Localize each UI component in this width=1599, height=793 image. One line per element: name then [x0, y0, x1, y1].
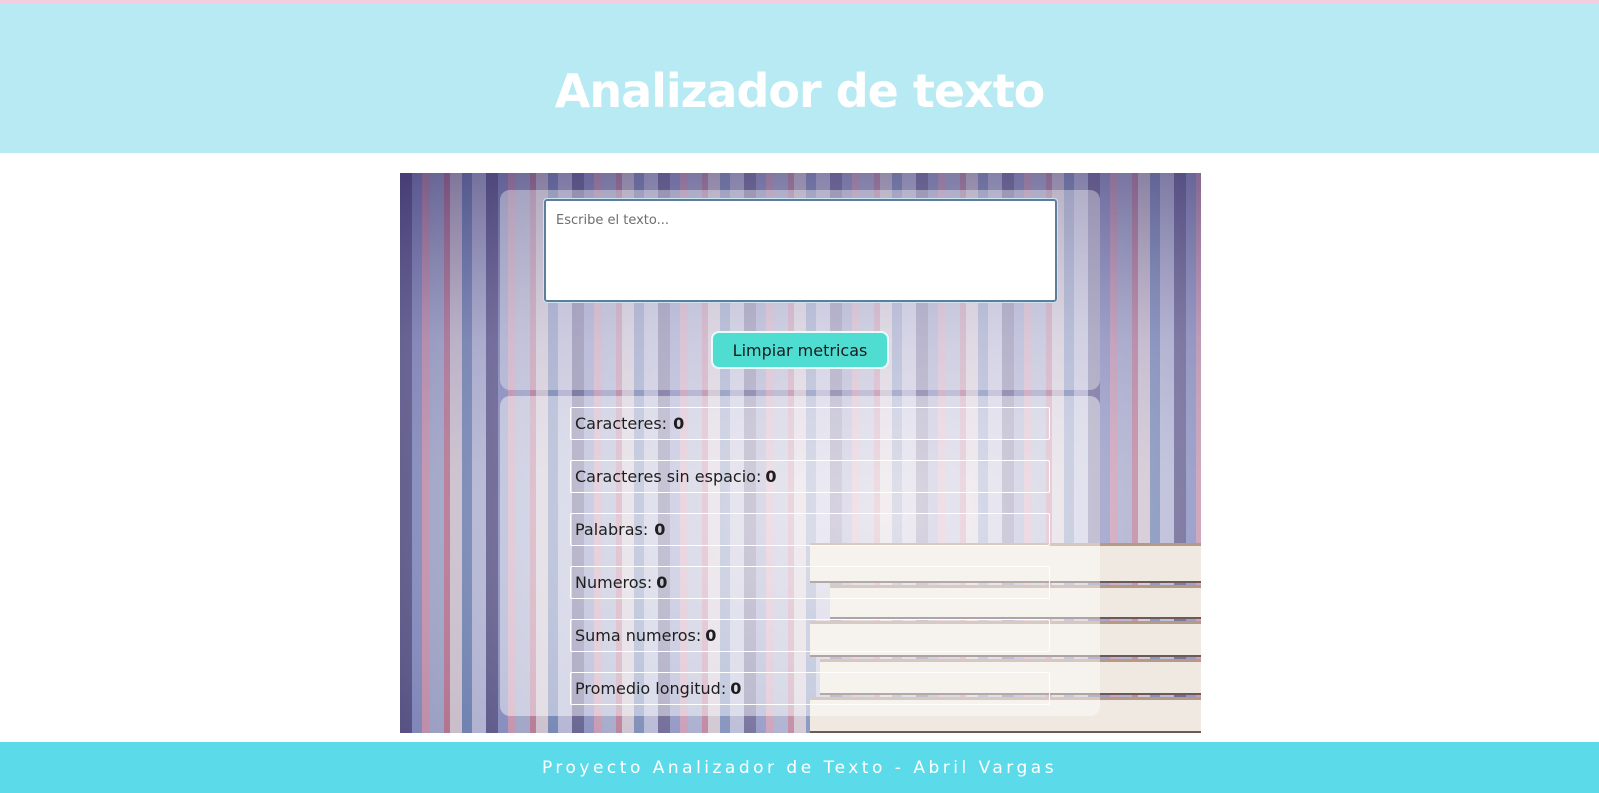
- metric-value: 0: [705, 626, 717, 645]
- metrics-panel: [500, 396, 1100, 716]
- metric-label: Caracteres sin espacio:: [575, 467, 762, 486]
- metric-label: Palabras:: [575, 520, 649, 539]
- metric-average-length: Promedio longitud: 0: [570, 672, 1050, 705]
- page-title: Analizador de texto: [554, 64, 1046, 118]
- metric-numbers: Numeros: 0: [570, 566, 1050, 599]
- text-input[interactable]: [543, 198, 1058, 303]
- metric-label: Numeros:: [575, 573, 653, 592]
- metric-label: Caracteres:: [575, 414, 668, 433]
- metric-characters: Caracteres: 0: [570, 407, 1050, 440]
- metric-value: 0: [765, 467, 777, 486]
- metric-words: Palabras: 0: [570, 513, 1050, 546]
- footer-text: Proyecto Analizador de Texto - Abril Var…: [541, 757, 1058, 778]
- metric-value: 0: [730, 679, 742, 698]
- metric-sum-numbers: Suma numeros: 0: [570, 619, 1050, 652]
- page-header: Analizador de texto: [0, 3, 1599, 153]
- metric-label: Promedio longitud:: [575, 679, 727, 698]
- page-footer: Proyecto Analizador de Texto - Abril Var…: [0, 742, 1599, 793]
- metric-value: 0: [656, 573, 668, 592]
- metric-label: Suma numeros:: [575, 626, 702, 645]
- clear-metrics-button[interactable]: Limpiar metricas: [711, 331, 889, 369]
- metric-characters-no-space: Caracteres sin espacio: 0: [570, 460, 1050, 493]
- metric-value: 0: [654, 520, 666, 539]
- metric-value: 0: [673, 414, 685, 433]
